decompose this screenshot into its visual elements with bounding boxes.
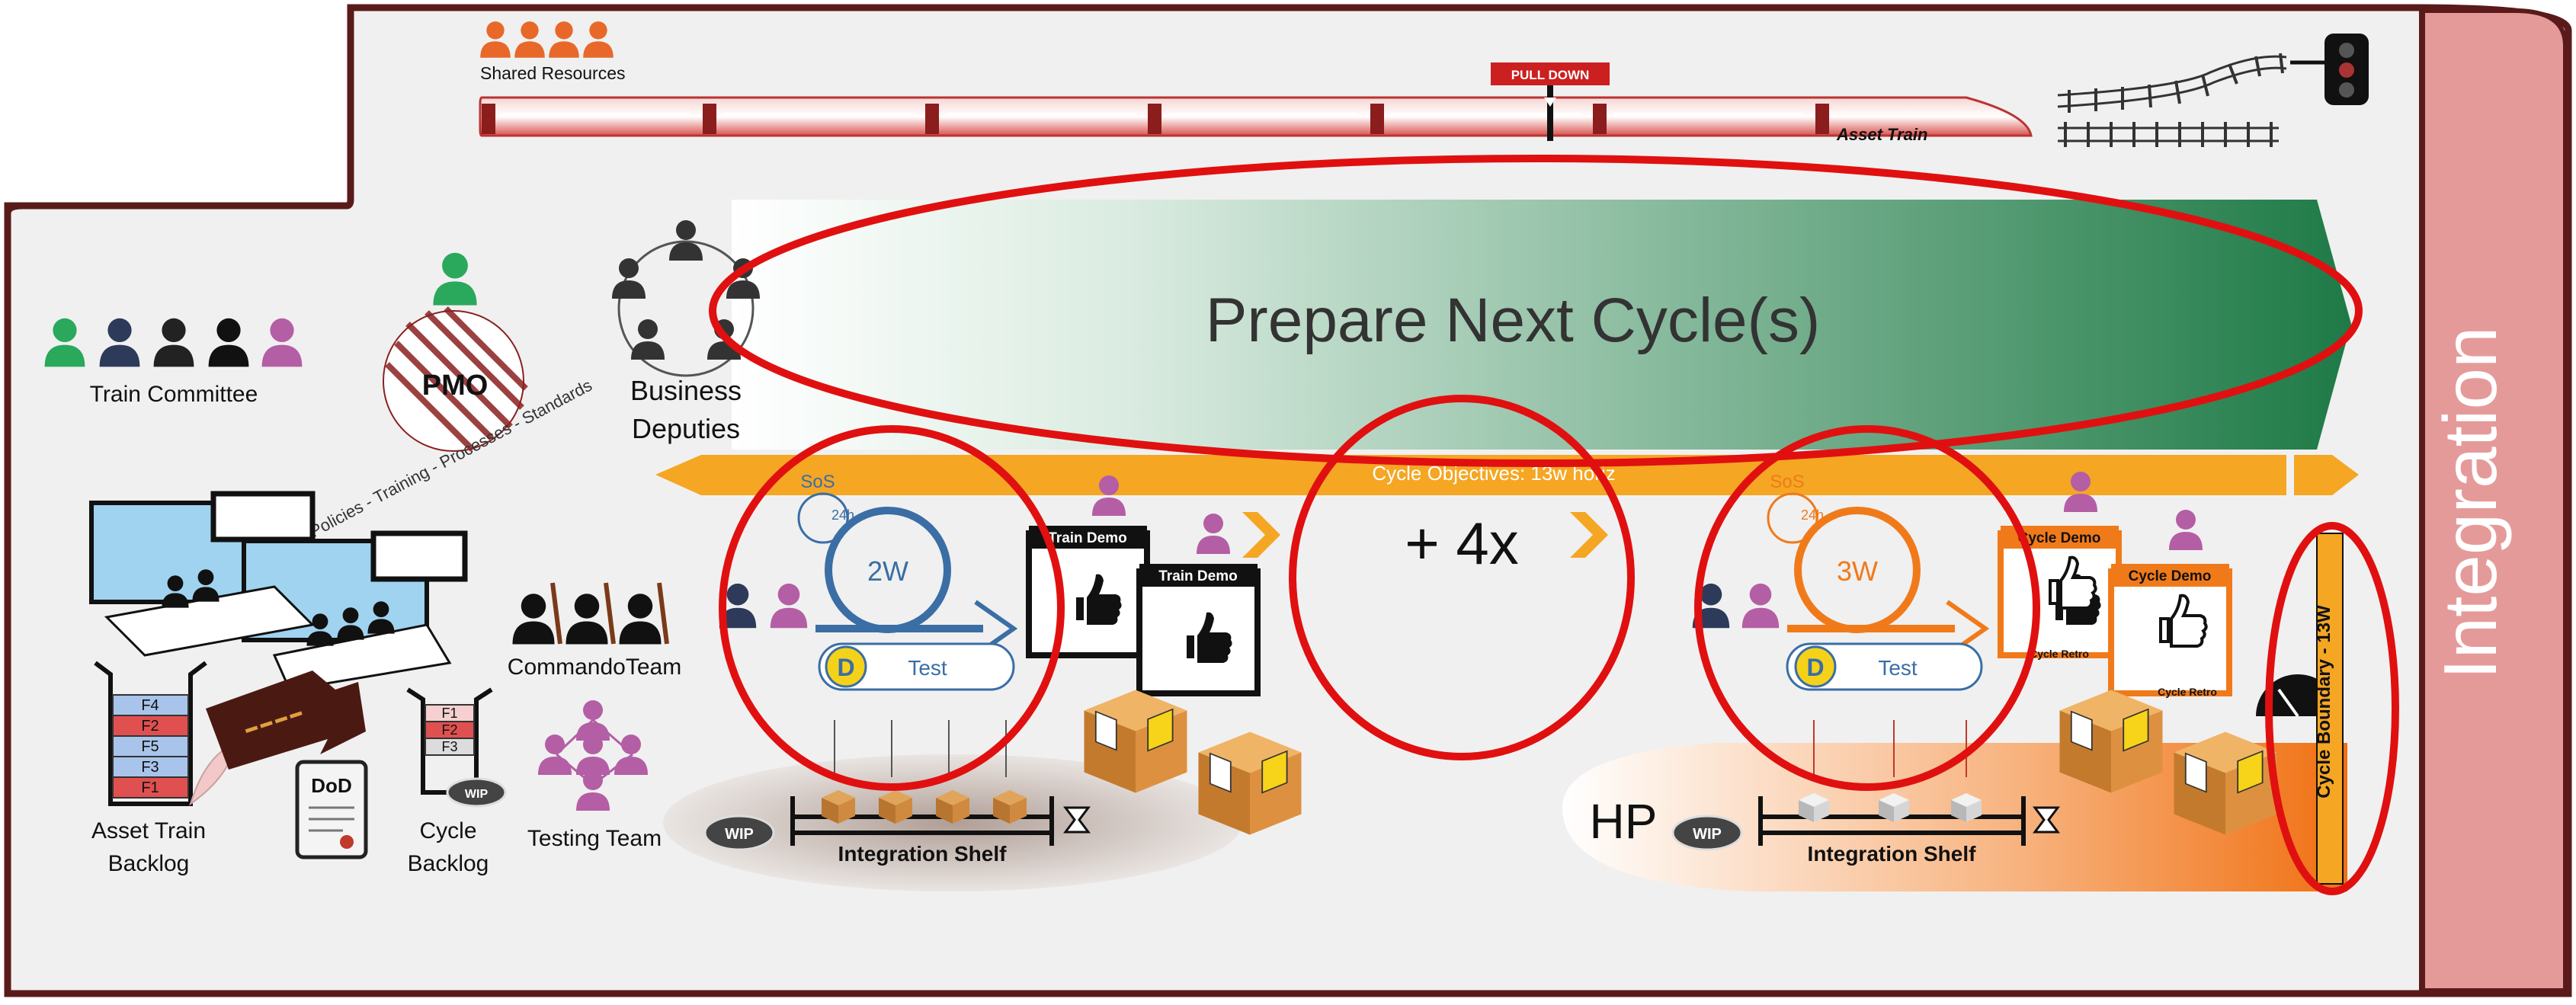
right-demo-label: Cycle Demo xyxy=(2018,530,2101,546)
left-shelf-wip-label: WIP xyxy=(725,826,754,843)
cycle-backlog-line1: Cycle xyxy=(419,818,476,843)
asset-backlog-item: F4 xyxy=(141,697,159,714)
cycle-boundary-label: Cycle Boundary - 13W xyxy=(2314,605,2334,799)
pmo-label: PMO xyxy=(422,370,489,402)
asset-train-label: Asset Train xyxy=(1836,125,1927,144)
right-sos-label: SoS xyxy=(1770,472,1804,492)
left-d-label: D xyxy=(837,654,854,681)
diagram-canvas: Asset Train PULL DOWN Shared Resources P… xyxy=(4,4,2572,997)
business-deputies-line2: Deputies xyxy=(632,413,740,444)
left-sos-label: SoS xyxy=(800,472,835,492)
right-shelf-label: Integration Shelf xyxy=(1808,842,1977,866)
asset-backlog-item: F1 xyxy=(141,779,159,796)
right-cycle-label: 3W xyxy=(1837,555,1878,587)
left-hours-label: 24h xyxy=(831,507,854,523)
hp-label: HP xyxy=(1590,794,1658,849)
dod-label: DoD xyxy=(311,774,351,797)
cycle-backlog-wip-label: WIP xyxy=(465,788,489,801)
prepare-next-cycle-label: Prepare Next Cycle(s) xyxy=(1206,286,1821,355)
right-shelf-wip-label: WIP xyxy=(1693,826,1722,843)
right-hours-label: 24h xyxy=(1801,507,1824,523)
testing-team-label: Testing Team xyxy=(527,826,662,851)
business-deputies-line1: Business xyxy=(630,375,742,406)
asset-backlog-item: F2 xyxy=(141,718,159,735)
left-demo-label: Train Demo xyxy=(1048,530,1126,546)
multiplier-label: + 4x xyxy=(1405,510,1519,577)
commando-team-label: CommandoTeam xyxy=(508,655,681,680)
right-demo-label-2: Cycle Demo xyxy=(2129,568,2212,584)
asset-backlog-item: F5 xyxy=(141,738,159,755)
pull-down-label: PULL DOWN xyxy=(1511,68,1590,82)
left-demo-label-2: Train Demo xyxy=(1158,568,1237,584)
right-retro-label-2: Cycle Retro xyxy=(2158,686,2217,698)
cycle-backlog-line2: Backlog xyxy=(408,851,489,876)
left-shelf-label: Integration Shelf xyxy=(838,842,1008,866)
left-cycle-label: 2W xyxy=(867,555,908,587)
cycle-backlog-item: F3 xyxy=(441,739,457,754)
asset-train-backlog-line1: Asset Train xyxy=(91,818,206,843)
left-test-label: Test xyxy=(908,656,947,680)
asset-backlog-item: F3 xyxy=(141,759,159,776)
asset-train-backlog-line2: Backlog xyxy=(108,851,190,876)
shared-resources-label: Shared Resources xyxy=(480,63,626,83)
dod-card: DoD xyxy=(295,760,368,859)
cycle-diagram: Asset Train PULL DOWN Shared Resources P… xyxy=(0,0,2576,1001)
cycle-backlog-item: F2 xyxy=(441,722,457,738)
train-committee-label: Train Committee xyxy=(90,382,258,407)
cycle-backlog-item: F1 xyxy=(441,706,457,721)
right-retro-label: Cycle Retro xyxy=(2030,648,2089,660)
right-test-label: Test xyxy=(1878,656,1918,680)
integration-label: Integration xyxy=(2428,326,2512,679)
asset-train xyxy=(479,96,2033,137)
right-d-label: D xyxy=(1806,654,1824,681)
